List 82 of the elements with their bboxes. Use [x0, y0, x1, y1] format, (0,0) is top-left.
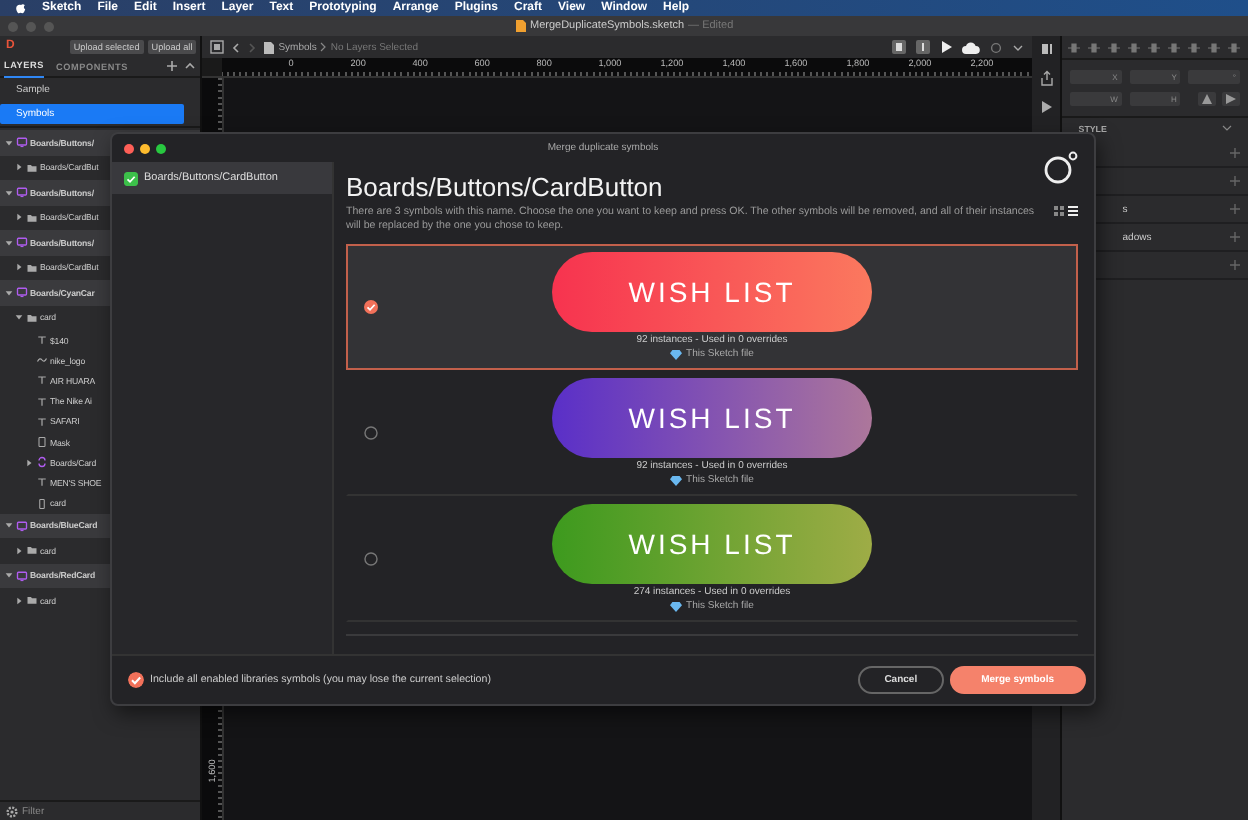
folder-icon — [26, 161, 38, 174]
folder-icon — [26, 311, 38, 324]
checkbox[interactable] — [124, 171, 138, 185]
symbol-heading: Boards/Buttons/CardButton — [346, 172, 663, 202]
chevron-right-icon — [320, 42, 327, 52]
apple-icon[interactable] — [16, 2, 26, 14]
folder-icon — [26, 261, 38, 274]
align-icon[interactable] — [1068, 41, 1081, 53]
checkbox[interactable] — [128, 672, 144, 688]
add-icon[interactable] — [166, 60, 179, 72]
disclosure-triangle-icon[interactable] — [24, 457, 34, 468]
instance-icon — [36, 456, 48, 469]
diamond-icon — [670, 475, 683, 486]
symbol-icon — [16, 186, 28, 199]
text-layer-icon — [36, 395, 48, 408]
disclosure-triangle-icon[interactable] — [14, 212, 24, 223]
disclosure-triangle-icon[interactable] — [4, 137, 14, 148]
frame-icon[interactable] — [210, 40, 225, 54]
disclosure-triangle-icon[interactable] — [14, 162, 24, 173]
flip-horizontal-button[interactable] — [1198, 92, 1216, 106]
symbol-icon — [16, 569, 28, 582]
settings-icon[interactable] — [6, 805, 18, 817]
page-icon — [264, 41, 275, 53]
symbol-icon — [16, 519, 28, 532]
disclosure-triangle-icon[interactable] — [14, 312, 24, 323]
radio-button[interactable] — [364, 551, 378, 566]
disclosure-triangle-icon[interactable] — [14, 595, 24, 606]
rectangle-icon — [36, 497, 48, 510]
text-layer-icon — [36, 334, 48, 347]
chevron-down-icon[interactable] — [1222, 124, 1232, 132]
play-icon[interactable] — [940, 40, 953, 54]
symbol-icon — [16, 136, 28, 149]
disclosure-triangle-icon[interactable] — [4, 237, 14, 248]
align-icon[interactable] — [1228, 41, 1241, 53]
mask-icon — [36, 436, 48, 449]
folder-icon — [26, 544, 38, 557]
disclosure-triangle-icon[interactable] — [4, 287, 14, 298]
disclosure-triangle-icon[interactable] — [4, 520, 14, 531]
diamond-icon — [670, 601, 683, 612]
diamond-icon — [670, 349, 683, 360]
symbol-preview-button: WISH LIST — [552, 252, 872, 333]
close-light[interactable] — [124, 143, 134, 153]
align-icon[interactable] — [1128, 41, 1141, 53]
plugin-logo-icon — [1042, 150, 1078, 186]
chevron-down-icon[interactable] — [1012, 41, 1025, 53]
play-icon[interactable] — [1040, 100, 1053, 114]
chevron-up-icon[interactable] — [184, 60, 197, 72]
mirror-icon[interactable] — [892, 40, 907, 54]
align-icon[interactable] — [1088, 41, 1101, 53]
folder-icon — [26, 594, 38, 607]
minimize-light[interactable] — [140, 143, 150, 153]
inspector-toggle-icon[interactable] — [1039, 42, 1054, 56]
align-icon[interactable] — [1148, 41, 1161, 53]
share-icon[interactable] — [1039, 70, 1054, 86]
zoom-light[interactable] — [156, 143, 166, 153]
disclosure-triangle-icon[interactable] — [14, 262, 24, 273]
disclosure-triangle-icon[interactable] — [4, 570, 14, 581]
align-icon[interactable] — [1188, 41, 1201, 53]
text-layer-icon — [36, 415, 48, 428]
flip-vertical-button[interactable] — [1222, 92, 1240, 106]
back-icon[interactable] — [232, 41, 241, 53]
text-layer-icon — [36, 374, 48, 387]
info-icon[interactable] — [916, 40, 931, 54]
disclosure-triangle-icon[interactable] — [4, 187, 14, 198]
folder-icon — [26, 211, 38, 224]
symbol-preview-button: WISH LIST — [552, 504, 872, 585]
sync-icon[interactable] — [990, 41, 1003, 53]
cloud-icon[interactable] — [962, 41, 981, 53]
grid-view-icon[interactable] — [1054, 206, 1064, 216]
align-icon[interactable] — [1208, 41, 1221, 53]
symbol-icon — [16, 286, 28, 299]
text-layer-icon — [36, 476, 48, 489]
radio-button[interactable] — [364, 425, 378, 440]
symbol-icon — [16, 236, 28, 249]
symbol-preview-button: WISH LIST — [552, 378, 872, 459]
align-icon[interactable] — [1168, 41, 1181, 53]
document-icon — [516, 20, 526, 32]
shape-icon — [36, 354, 48, 367]
disclosure-triangle-icon[interactable] — [14, 545, 24, 556]
list-view-icon[interactable] — [1068, 206, 1078, 216]
align-icon[interactable] — [1108, 41, 1121, 53]
radio-button[interactable] — [364, 299, 378, 314]
